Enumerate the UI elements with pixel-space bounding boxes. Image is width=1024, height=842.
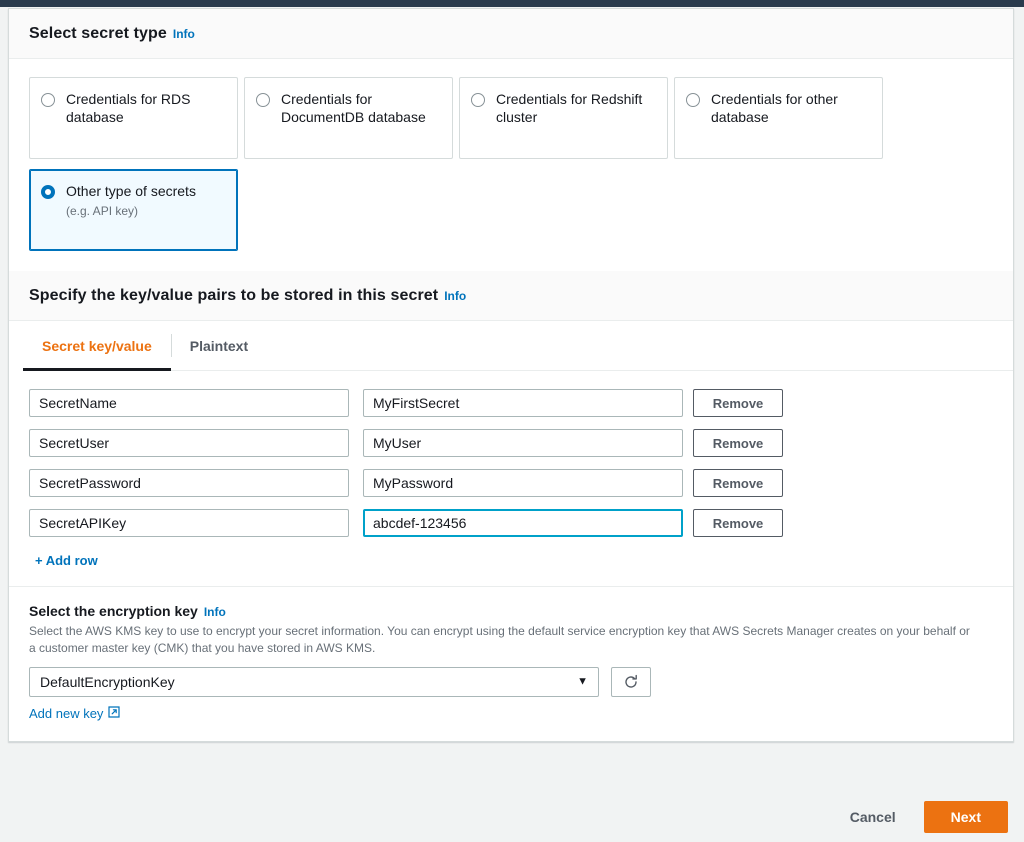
secret-value-input-focused[interactable] [363, 509, 683, 537]
remove-row-button[interactable]: Remove [693, 509, 783, 537]
option-label: Credentials for DocumentDB database [281, 91, 426, 125]
refresh-icon[interactable] [611, 667, 651, 697]
keyvalue-tabs: Secret key/value Plaintext [23, 321, 1013, 371]
keyvalue-row: Remove [29, 389, 993, 417]
keyvalue-row: Remove [29, 509, 993, 537]
secret-type-option-other-database[interactable]: Credentials for other database [674, 77, 883, 159]
option-label: Credentials for other database [711, 91, 838, 125]
add-new-key-label: Add new key [29, 706, 104, 721]
option-label: Credentials for RDS database [66, 91, 191, 125]
secret-key-input[interactable] [29, 389, 349, 417]
chevron-down-icon: ▼ [577, 675, 588, 688]
radio-icon [471, 93, 485, 107]
encryption-key-section: Select the encryption key Info Select the… [9, 586, 1013, 741]
secret-type-option-other-secrets[interactable]: Other type of secrets (e.g. API key) [29, 169, 238, 251]
secret-type-option-rds[interactable]: Credentials for RDS database [29, 77, 238, 159]
tab-plaintext[interactable]: Plaintext [170, 321, 267, 370]
remove-row-button[interactable]: Remove [693, 469, 783, 497]
encryption-key-selected-value: DefaultEncryptionKey [40, 674, 175, 690]
keyvalue-row: Remove [29, 429, 993, 457]
keyvalue-row: Remove [29, 469, 993, 497]
radio-icon [686, 93, 700, 107]
radio-icon [41, 93, 55, 107]
wizard-card: Select secret type Info Credentials for R… [8, 8, 1014, 742]
radio-selected-icon [41, 185, 55, 199]
secret-key-input[interactable] [29, 429, 349, 457]
encryption-key-controls: DefaultEncryptionKey ▼ [29, 667, 993, 697]
secret-type-option-documentdb[interactable]: Credentials for DocumentDB database [244, 77, 453, 159]
radio-icon [256, 93, 270, 107]
remove-row-button[interactable]: Remove [693, 389, 783, 417]
option-label: Other type of secrets [66, 183, 196, 199]
keyvalue-info-link[interactable]: Info [444, 289, 466, 303]
secret-type-option-redshift[interactable]: Credentials for Redshift cluster [459, 77, 668, 159]
secret-value-input[interactable] [363, 389, 683, 417]
keyvalue-rows: Remove Remove Remove Remove + Add row [9, 371, 1013, 586]
option-sublabel: (e.g. API key) [66, 204, 139, 218]
encryption-key-select[interactable]: DefaultEncryptionKey ▼ [29, 667, 599, 697]
next-button[interactable]: Next [923, 801, 1008, 833]
keyvalue-section-header: Specify the key/value pairs to be stored… [9, 271, 1013, 321]
tab-secret-key-value[interactable]: Secret key/value [23, 321, 171, 371]
tab-label: Secret key/value [42, 337, 152, 354]
encryption-key-title: Select the encryption key [29, 603, 198, 619]
secret-type-options-row-2: Other type of secrets (e.g. API key) [29, 169, 993, 251]
secret-value-input[interactable] [363, 429, 683, 457]
keyvalue-tabs-wrapper: Secret key/value Plaintext [9, 321, 1013, 371]
secret-key-input[interactable] [29, 509, 349, 537]
wizard-footer: Cancel Next [0, 792, 1024, 842]
console-top-bar [0, 0, 1024, 7]
option-label: Credentials for Redshift cluster [496, 91, 643, 125]
encryption-key-info-link[interactable]: Info [204, 605, 226, 619]
add-new-key-link[interactable]: Add new key [29, 706, 121, 721]
secret-type-title: Select secret type [29, 25, 167, 42]
tab-label: Plaintext [189, 337, 249, 354]
external-link-icon [108, 706, 121, 721]
secret-type-info-link[interactable]: Info [173, 27, 195, 41]
keyvalue-title: Specify the key/value pairs to be stored… [29, 287, 439, 304]
add-row-link[interactable]: + Add row [35, 553, 98, 568]
encryption-key-description: Select the AWS KMS key to use to encrypt… [29, 624, 970, 655]
secret-type-section-header: Select secret type Info [9, 9, 1013, 59]
cancel-button[interactable]: Cancel [836, 802, 910, 832]
secret-value-input[interactable] [363, 469, 683, 497]
remove-row-button[interactable]: Remove [693, 429, 783, 457]
secret-key-input[interactable] [29, 469, 349, 497]
secret-type-options: Credentials for RDS database Credentials… [9, 59, 1013, 271]
